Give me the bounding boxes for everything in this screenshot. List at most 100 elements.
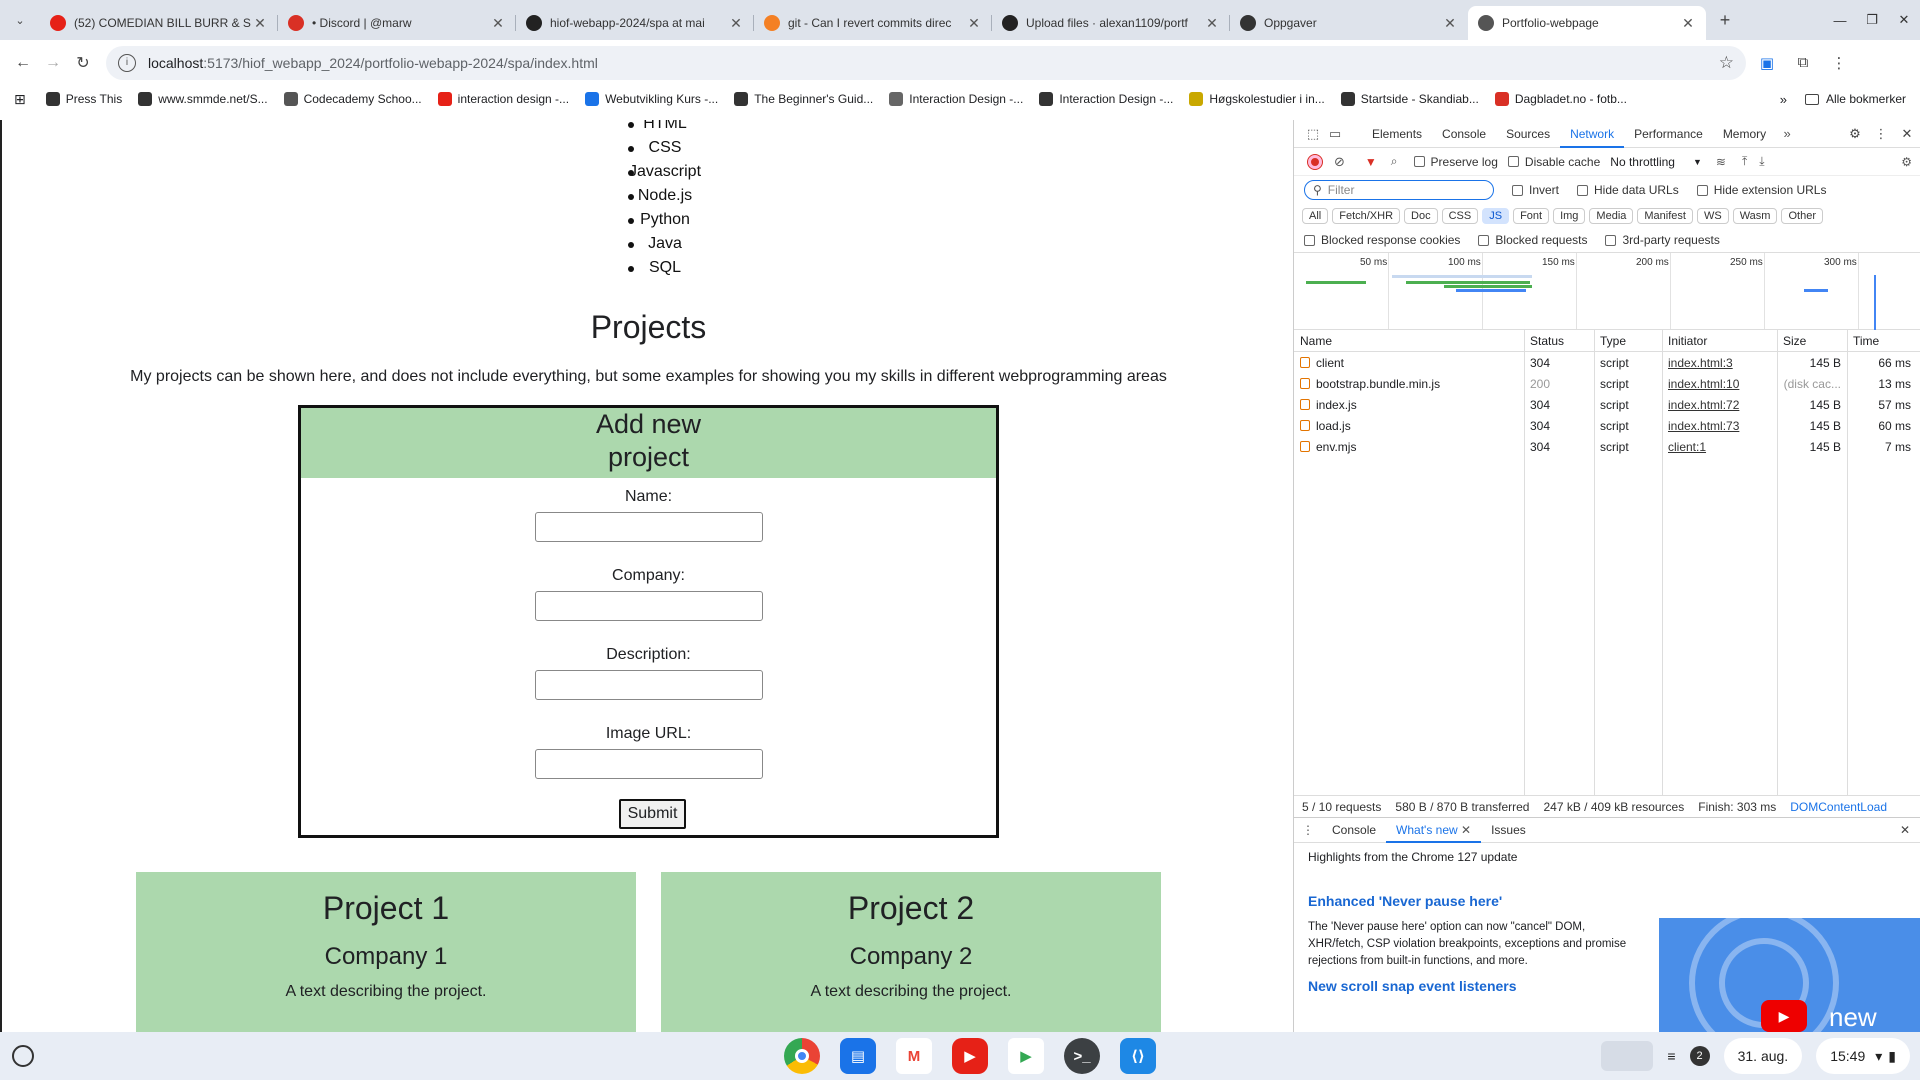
browser-tab[interactable]: Oppgaver ✕ xyxy=(1230,6,1468,40)
files-icon[interactable]: ▤ xyxy=(840,1038,876,1074)
type-filter-manifest[interactable]: Manifest xyxy=(1637,208,1693,224)
throttling-select[interactable]: No throttling ▼ xyxy=(1610,155,1702,169)
extensions-icon[interactable]: ⧉ xyxy=(1788,48,1818,78)
browser-tab[interactable]: (52) COMEDIAN BILL BURR & S ✕ xyxy=(40,6,278,40)
reload-button[interactable]: ↻ xyxy=(68,48,98,78)
drawer-tab-console[interactable]: Console xyxy=(1322,817,1386,843)
bookmark-item[interactable]: Interaction Design -... xyxy=(889,92,1023,106)
devtools-tab-elements[interactable]: Elements xyxy=(1362,120,1432,148)
record-icon[interactable] xyxy=(1308,154,1322,169)
youtube-icon[interactable]: ▶ xyxy=(952,1038,988,1074)
filter-input[interactable]: ⚲ Filter xyxy=(1304,180,1494,200)
drawer-menu-icon[interactable]: ⋮ xyxy=(1302,823,1314,837)
cell-initiator[interactable]: index.html:3 xyxy=(1662,356,1777,370)
bookmark-item[interactable]: Startside - Skandiab... xyxy=(1340,92,1479,106)
cell-initiator[interactable]: client:1 xyxy=(1662,440,1777,454)
drawer-tab-whats-new[interactable]: What's new ✕ xyxy=(1386,817,1482,843)
bookmark-star-icon[interactable]: ☆ xyxy=(1719,53,1734,73)
network-overview[interactable]: 50 ms 100 ms 150 ms 200 ms 250 ms 300 ms xyxy=(1294,252,1920,331)
search-icon[interactable]: ⌕ xyxy=(1391,154,1398,169)
menu-icon[interactable]: ⋮ xyxy=(1824,48,1854,78)
type-filter-doc[interactable]: Doc xyxy=(1404,208,1438,224)
drawer-tab-issues[interactable]: Issues xyxy=(1481,817,1536,843)
bookmark-item[interactable]: Codecademy Schoo... xyxy=(283,92,422,106)
bookmark-item[interactable]: Webutvikling Kurs -... xyxy=(585,92,718,106)
devtools-tab-console[interactable]: Console xyxy=(1432,120,1496,148)
date-display[interactable]: 31. aug. xyxy=(1723,1038,1803,1074)
third-party-checkbox[interactable]: 3rd-party requests xyxy=(1605,233,1720,247)
column-header-initiator[interactable]: Initiator xyxy=(1662,334,1777,348)
browser-tab[interactable]: • Discord | @marw ✕ xyxy=(278,6,516,40)
whats-new-heading[interactable]: Enhanced 'Never pause here' xyxy=(1308,893,1906,909)
column-header-time[interactable]: Time xyxy=(1847,334,1917,348)
close-tab-icon[interactable]: ✕ xyxy=(1461,823,1471,837)
bookmark-item[interactable]: Dagbladet.no - fotb... xyxy=(1494,92,1627,106)
launcher-icon[interactable] xyxy=(12,1045,34,1067)
filter-funnel-icon[interactable]: ▼ xyxy=(1365,155,1377,169)
table-row[interactable]: index.js 304 script index.html:72 145 B 57 ms xyxy=(1294,394,1920,415)
close-tab-icon[interactable]: ✕ xyxy=(252,15,268,32)
bookmark-item[interactable]: Høgskolestudier i in... xyxy=(1189,92,1325,106)
cell-initiator[interactable]: index.html:72 xyxy=(1662,398,1777,412)
blocked-cookies-checkbox[interactable]: Blocked response cookies xyxy=(1304,233,1460,247)
cell-initiator[interactable]: index.html:10 xyxy=(1662,377,1777,391)
holding-space-icon[interactable] xyxy=(1601,1041,1654,1071)
table-row[interactable]: env.mjs 304 script client:1 145 B 7 ms xyxy=(1294,436,1920,457)
column-header-name[interactable]: Name xyxy=(1294,334,1524,348)
close-tab-icon[interactable]: ✕ xyxy=(728,15,744,32)
disable-cache-checkbox[interactable]: Disable cache xyxy=(1507,155,1600,169)
description-input[interactable] xyxy=(534,670,763,700)
inspect-icon[interactable]: ⬚ xyxy=(1302,126,1324,142)
whats-new-video-thumbnail[interactable]: ▶ new xyxy=(1659,918,1920,1032)
type-filter-wasm[interactable]: Wasm xyxy=(1732,208,1778,224)
image-url-input[interactable] xyxy=(534,749,763,779)
devtools-tab-sources[interactable]: Sources xyxy=(1496,120,1560,148)
type-filter-media[interactable]: Media xyxy=(1589,208,1634,224)
restore-icon[interactable]: ❐ xyxy=(1856,0,1888,40)
bookmark-item[interactable]: www.smmde.net/S... xyxy=(138,92,268,106)
close-tab-icon[interactable]: ✕ xyxy=(490,15,506,32)
media-controls-icon[interactable]: ≡ xyxy=(1667,1048,1675,1064)
close-tab-icon[interactable]: ✕ xyxy=(1680,15,1696,32)
browser-tab[interactable]: hiof-webapp-2024/spa at mai ✕ xyxy=(516,6,754,40)
export-har-icon[interactable]: ⤓ xyxy=(1759,154,1764,169)
clear-icon[interactable]: ⊘ xyxy=(1334,154,1345,170)
devtools-tab-network[interactable]: Network xyxy=(1560,120,1625,148)
all-bookmarks[interactable]: Alle bokmerker xyxy=(1804,92,1906,106)
play-icon[interactable]: ▶ xyxy=(1761,1000,1807,1032)
type-filter-css[interactable]: CSS xyxy=(1441,208,1479,224)
column-header-type[interactable]: Type xyxy=(1594,334,1662,348)
status-area[interactable]: 15:49 ▾ ▮ xyxy=(1816,1038,1910,1074)
close-window-icon[interactable]: ✕ xyxy=(1888,0,1920,40)
close-tab-icon[interactable]: ✕ xyxy=(1442,15,1458,32)
gmail-icon[interactable]: M xyxy=(896,1038,932,1074)
play-store-icon[interactable]: ▶ xyxy=(1008,1038,1044,1074)
close-tab-icon[interactable]: ✕ xyxy=(966,15,982,32)
back-button[interactable]: ← xyxy=(8,48,38,78)
more-tabs-icon[interactable]: » xyxy=(1776,126,1798,141)
type-filter-fetchxhr[interactable]: Fetch/XHR xyxy=(1332,208,1401,224)
table-row[interactable]: client 304 script index.html:3 145 B 66 ms xyxy=(1294,352,1920,373)
forward-button[interactable]: → xyxy=(38,48,68,78)
notification-badge[interactable]: 2 xyxy=(1689,1046,1710,1066)
more-bookmarks-icon[interactable]: » xyxy=(1780,92,1787,107)
import-har-icon[interactable]: ⤒ xyxy=(1742,154,1747,169)
apps-grid-icon[interactable]: ⊞ xyxy=(14,91,26,108)
bookmark-item[interactable]: Press This xyxy=(45,92,122,106)
hide-data-urls-checkbox[interactable]: Hide data URLs xyxy=(1577,183,1679,197)
devtools-tab-performance[interactable]: Performance xyxy=(1624,120,1713,148)
table-row[interactable]: bootstrap.bundle.min.js 200 script index.ht… xyxy=(1294,373,1920,394)
type-filter-font[interactable]: Font xyxy=(1513,208,1550,224)
type-filter-all[interactable]: All xyxy=(1302,208,1329,224)
network-settings-icon[interactable]: ⚙ xyxy=(1901,155,1912,169)
cell-initiator[interactable]: index.html:73 xyxy=(1662,419,1777,433)
browser-tab[interactable]: Upload files · alexan1109/portf ✕ xyxy=(992,6,1230,40)
invert-checkbox[interactable]: Invert xyxy=(1512,183,1559,197)
type-filter-js[interactable]: JS xyxy=(1482,208,1510,224)
google-lens-icon[interactable]: ▣ xyxy=(1752,48,1782,78)
type-filter-other[interactable]: Other xyxy=(1781,208,1823,224)
type-filter-ws[interactable]: WS xyxy=(1696,208,1729,224)
close-tab-icon[interactable]: ✕ xyxy=(1204,15,1220,32)
settings-gear-icon[interactable]: ⚙ xyxy=(1842,126,1868,142)
new-tab-button[interactable]: + xyxy=(1710,5,1740,35)
